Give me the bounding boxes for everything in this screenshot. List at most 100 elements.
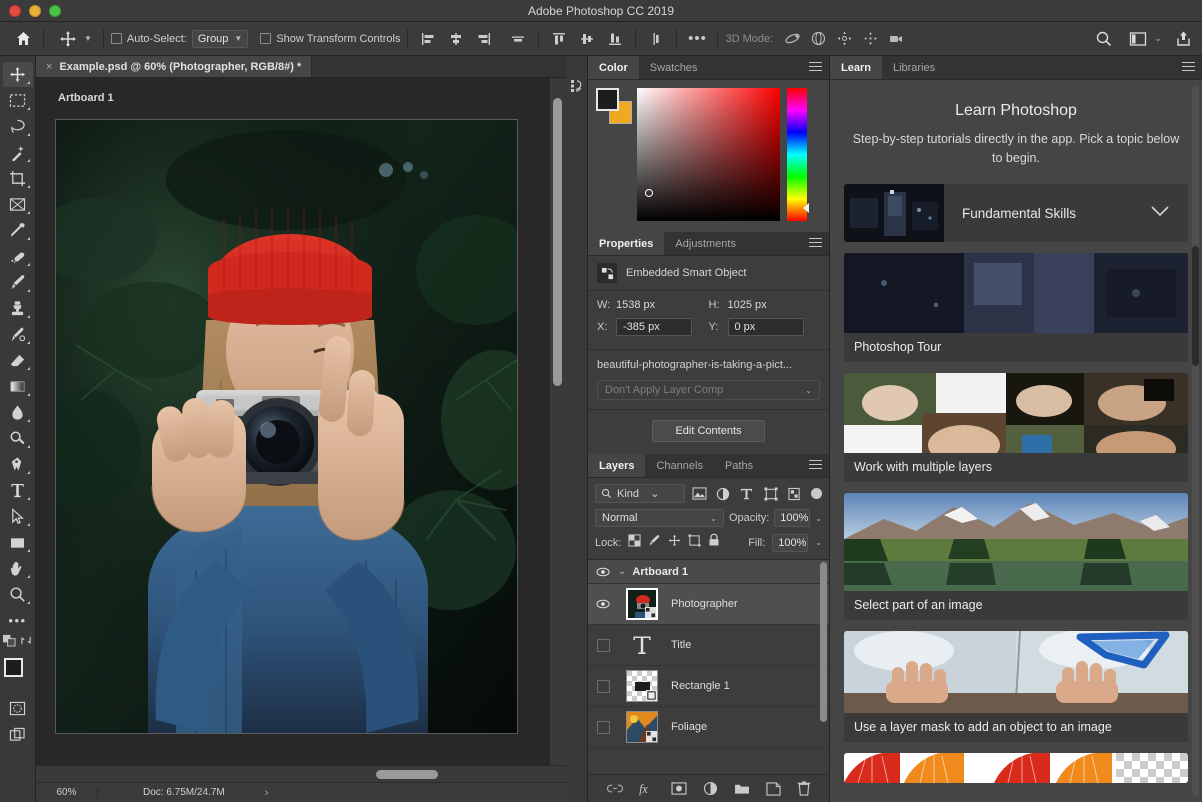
share-icon[interactable] <box>1170 26 1196 52</box>
layer-visibility-toggle[interactable] <box>588 720 618 734</box>
fill-stepper-icon[interactable]: ⌄ <box>815 538 822 547</box>
blend-mode-dropdown[interactable]: Normal ⌄ <box>595 509 724 527</box>
lock-transparent-pixels-icon[interactable] <box>628 533 641 552</box>
link-layers-icon[interactable] <box>606 783 623 794</box>
clone-stamp-tool[interactable] <box>3 296 33 321</box>
workspace-icon[interactable] <box>1125 26 1151 52</box>
edit-contents-button[interactable]: Edit Contents <box>652 420 765 442</box>
layer-thumbnail[interactable] <box>626 629 658 661</box>
zoom-tool[interactable] <box>3 582 33 607</box>
minimize-window-button[interactable] <box>29 4 41 17</box>
maximize-window-button[interactable] <box>49 4 61 17</box>
layer-thumbnail[interactable] <box>626 670 658 702</box>
type-filter-icon[interactable] <box>737 484 756 503</box>
tab-properties[interactable]: Properties <box>588 232 665 255</box>
auto-select-scope-dropdown[interactable]: Group ▼ <box>191 29 249 48</box>
lock-all-icon[interactable] <box>708 533 720 552</box>
hand-tool[interactable] <box>3 556 33 581</box>
distribute-vertically-icon[interactable] <box>643 26 669 52</box>
opacity-input[interactable]: 100% <box>774 509 811 527</box>
learn-scrollbar-track[interactable] <box>1192 86 1199 796</box>
move-tool[interactable] <box>2 62 33 87</box>
slide-3d-icon[interactable] <box>857 26 883 52</box>
zoom-level[interactable]: 60% <box>36 787 98 798</box>
more-options-button[interactable]: ••• <box>684 26 710 52</box>
tutorial-card-layer-mask[interactable]: Use a layer mask to add an object to an … <box>844 631 1188 742</box>
screen-mode-icon[interactable] <box>3 722 33 747</box>
dodge-tool[interactable] <box>3 426 33 451</box>
frame-tool[interactable] <box>3 192 33 217</box>
type-tool[interactable] <box>3 478 33 503</box>
search-icon[interactable] <box>1091 26 1117 52</box>
color-panel-menu-icon[interactable] <box>809 62 822 71</box>
tutorial-card-select-part[interactable]: Select part of an image <box>844 493 1188 620</box>
layer-visibility-toggle[interactable] <box>588 567 618 577</box>
lasso-tool[interactable] <box>3 114 33 139</box>
layer-row-title[interactable]: Title <box>588 625 829 666</box>
align-left-edges-icon[interactable] <box>415 26 441 52</box>
tab-paths[interactable]: Paths <box>714 454 764 477</box>
tab-layers[interactable]: Layers <box>588 454 646 477</box>
eraser-tool[interactable] <box>3 348 33 373</box>
x-input[interactable]: -385 px <box>616 318 692 336</box>
learn-panel-menu-icon[interactable] <box>1182 62 1195 71</box>
layer-visibility-toggle[interactable] <box>588 638 618 652</box>
tab-libraries[interactable]: Libraries <box>882 56 946 79</box>
rectangle-tool[interactable] <box>3 530 33 555</box>
more-tools-button[interactable]: ••• <box>3 608 33 633</box>
default-colors-icon[interactable] <box>2 634 17 652</box>
tab-swatches[interactable]: Swatches <box>639 56 709 79</box>
lock-position-icon[interactable] <box>668 534 681 552</box>
pixel-filter-icon[interactable] <box>690 484 709 503</box>
opacity-stepper-icon[interactable]: ⌄ <box>815 514 822 523</box>
close-icon[interactable]: × <box>46 61 52 73</box>
current-tool-move[interactable]: ▼ <box>51 24 96 54</box>
brush-tool[interactable] <box>3 270 33 295</box>
healing-brush-tool[interactable] <box>3 244 33 269</box>
layer-style-fx-icon[interactable]: fx <box>639 782 655 796</box>
fundamental-skills-card[interactable]: Fundamental Skills <box>844 184 1188 242</box>
fill-input[interactable]: 100% <box>772 533 809 552</box>
adjustment-filter-icon[interactable] <box>713 484 732 503</box>
path-selection-tool[interactable] <box>3 504 33 529</box>
align-top-edges-icon[interactable] <box>546 26 572 52</box>
magic-wand-tool[interactable] <box>3 140 33 165</box>
tutorial-card-photoshop-tour[interactable]: Photoshop Tour <box>844 253 1188 362</box>
document-tab[interactable]: × Example.psd @ 60% (Photographer, RGB/8… <box>36 56 313 77</box>
canvas-horizontal-scrollbar-track[interactable] <box>36 765 566 782</box>
show-transform-checkbox[interactable] <box>260 33 272 44</box>
add-layer-mask-icon[interactable] <box>670 782 687 795</box>
distribute-horizontally-icon[interactable] <box>505 26 531 52</box>
layer-visibility-toggle[interactable] <box>588 599 618 609</box>
crop-tool[interactable] <box>3 166 33 191</box>
color-panel-foreground-swatch[interactable] <box>596 88 619 111</box>
blur-tool[interactable] <box>3 400 33 425</box>
properties-panel-menu-icon[interactable] <box>809 238 822 247</box>
layer-row-rectangle-1[interactable]: Rectangle 1 <box>588 666 829 707</box>
new-group-icon[interactable] <box>734 782 750 795</box>
close-window-button[interactable] <box>9 4 21 17</box>
pen-tool[interactable] <box>3 452 33 477</box>
foreground-color-swatch[interactable] <box>3 658 23 677</box>
history-brush-tool[interactable] <box>3 322 33 347</box>
home-icon[interactable] <box>10 26 36 52</box>
eyedropper-tool[interactable] <box>3 218 33 243</box>
delete-layer-icon[interactable] <box>797 781 811 796</box>
canvas-horizontal-scrollbar-thumb[interactable] <box>376 770 438 779</box>
roll-3d-icon[interactable] <box>805 26 831 52</box>
tutorial-card-multiple-layers[interactable]: Work with multiple layers <box>844 373 1188 482</box>
swap-colors-icon[interactable] <box>20 634 33 652</box>
canvas-vertical-scrollbar-thumb[interactable] <box>553 98 562 386</box>
layers-panel-menu-icon[interactable] <box>809 460 822 469</box>
color-field-picker[interactable] <box>637 88 780 221</box>
new-adjustment-layer-icon[interactable] <box>703 781 718 796</box>
align-right-edges-icon[interactable] <box>471 26 497 52</box>
new-layer-icon[interactable] <box>765 781 781 796</box>
layer-thumbnail[interactable] <box>626 588 658 620</box>
auto-select-checkbox[interactable] <box>110 33 122 44</box>
layer-row-artboard[interactable]: ⌄ Artboard 1 <box>588 560 829 584</box>
canvas-vertical-scrollbar-track[interactable] <box>549 78 566 765</box>
layers-scrollbar-thumb[interactable] <box>820 562 827 722</box>
artboard-canvas[interactable] <box>55 119 518 734</box>
learn-scrollbar-thumb[interactable] <box>1192 246 1199 366</box>
